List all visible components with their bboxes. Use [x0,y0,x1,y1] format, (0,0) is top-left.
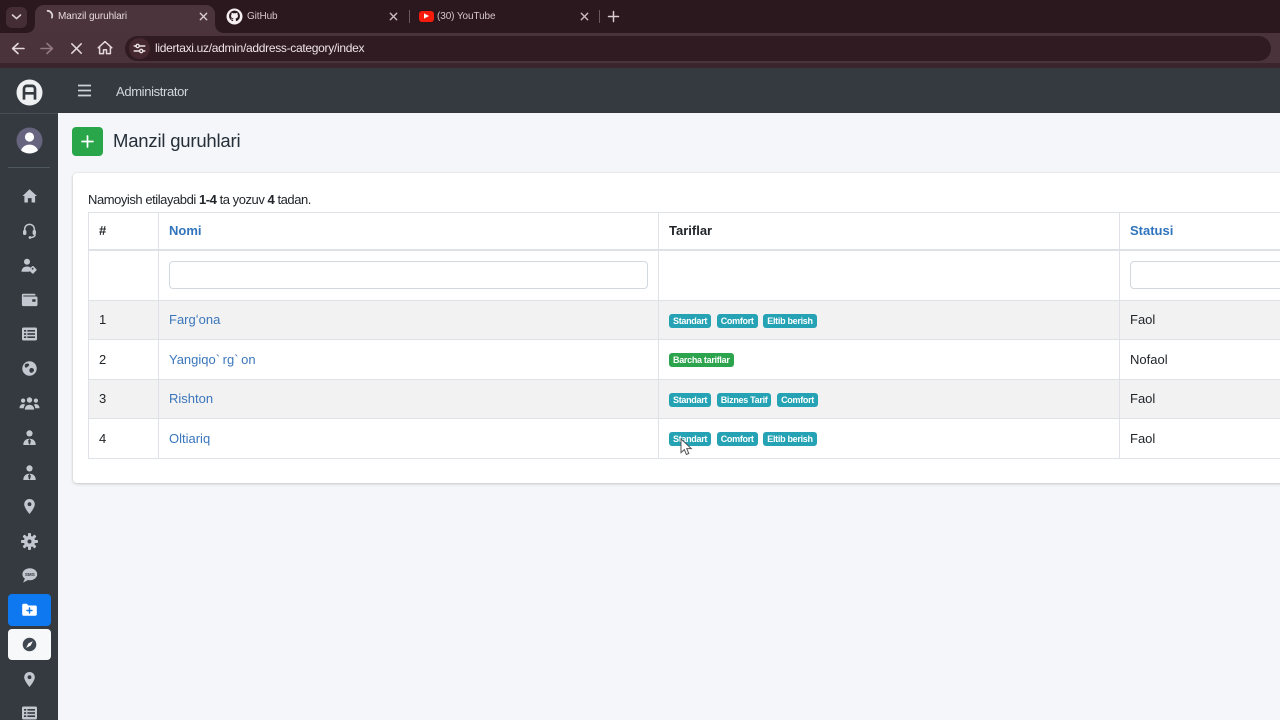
svg-text:SMS: SMS [25,572,35,577]
